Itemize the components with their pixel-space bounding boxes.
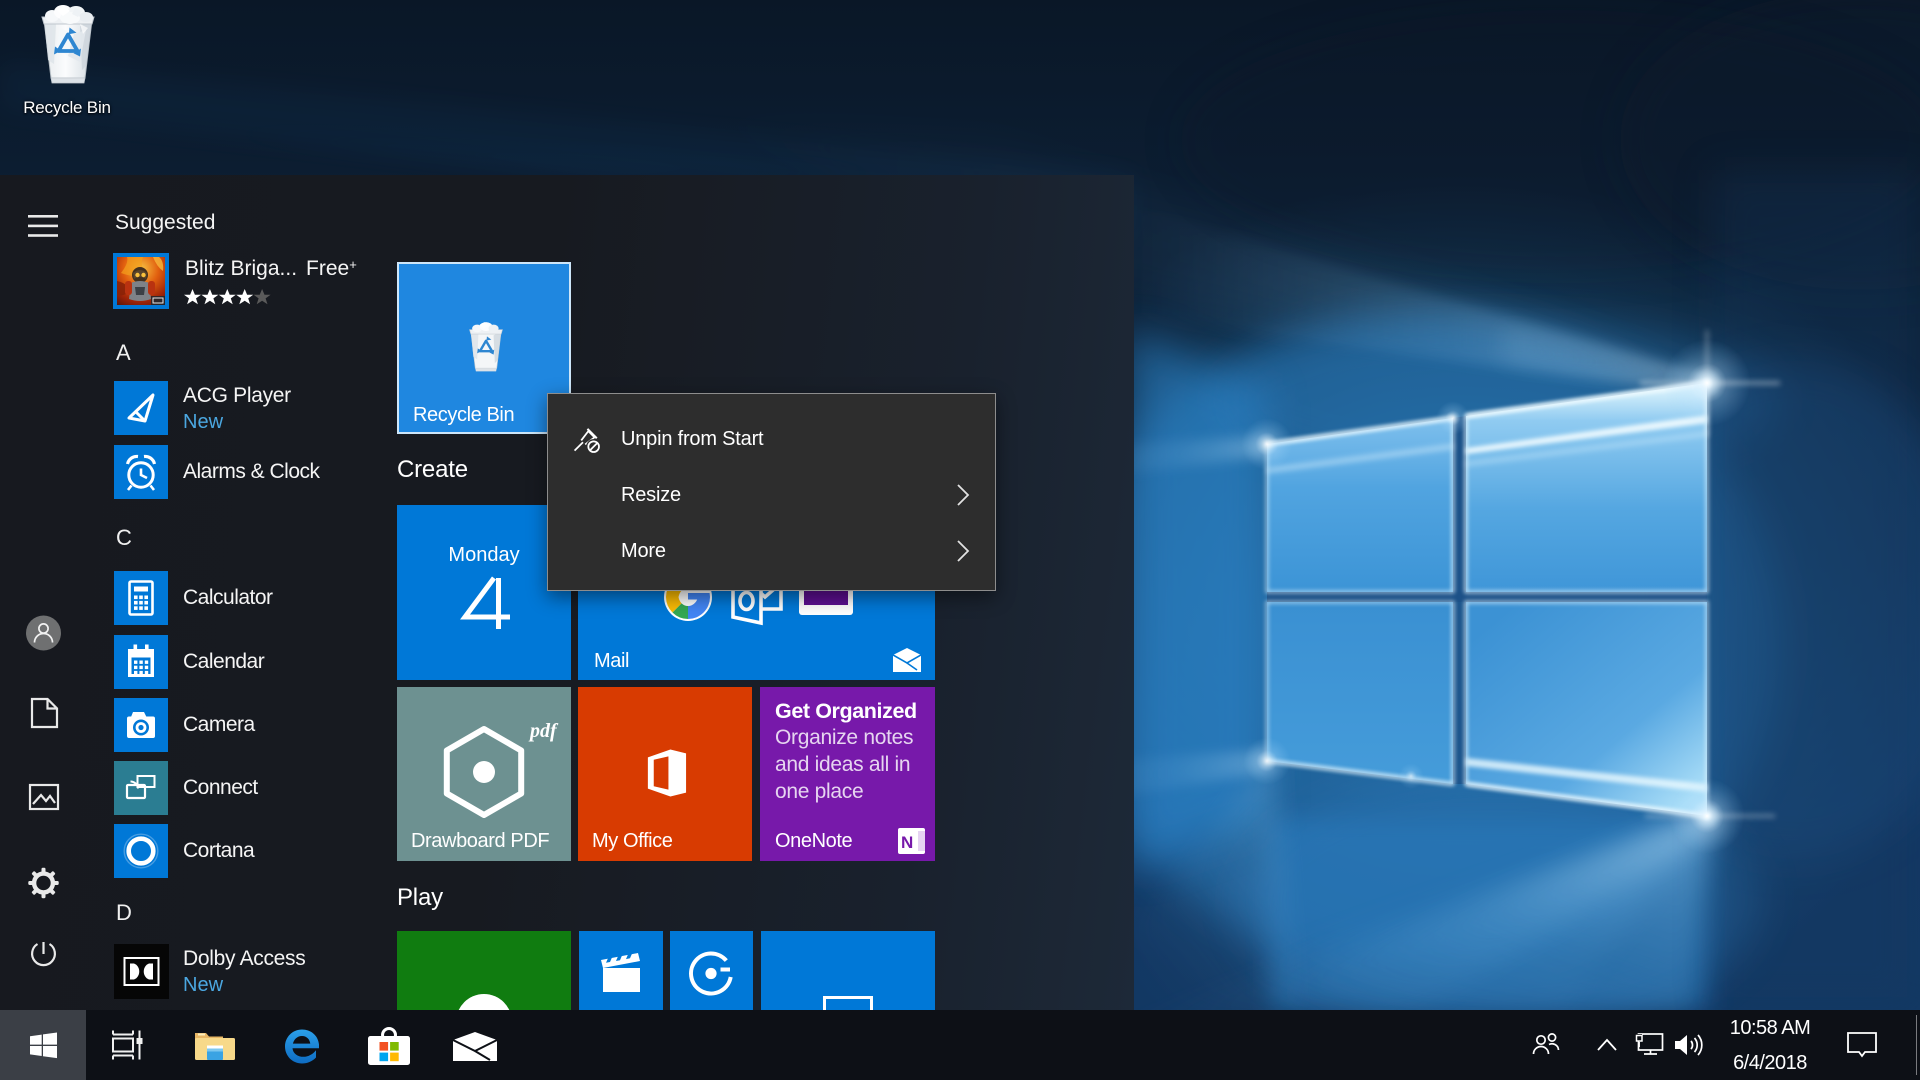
svg-text:N: N (901, 833, 913, 852)
svg-text:pdf: pdf (528, 720, 559, 742)
